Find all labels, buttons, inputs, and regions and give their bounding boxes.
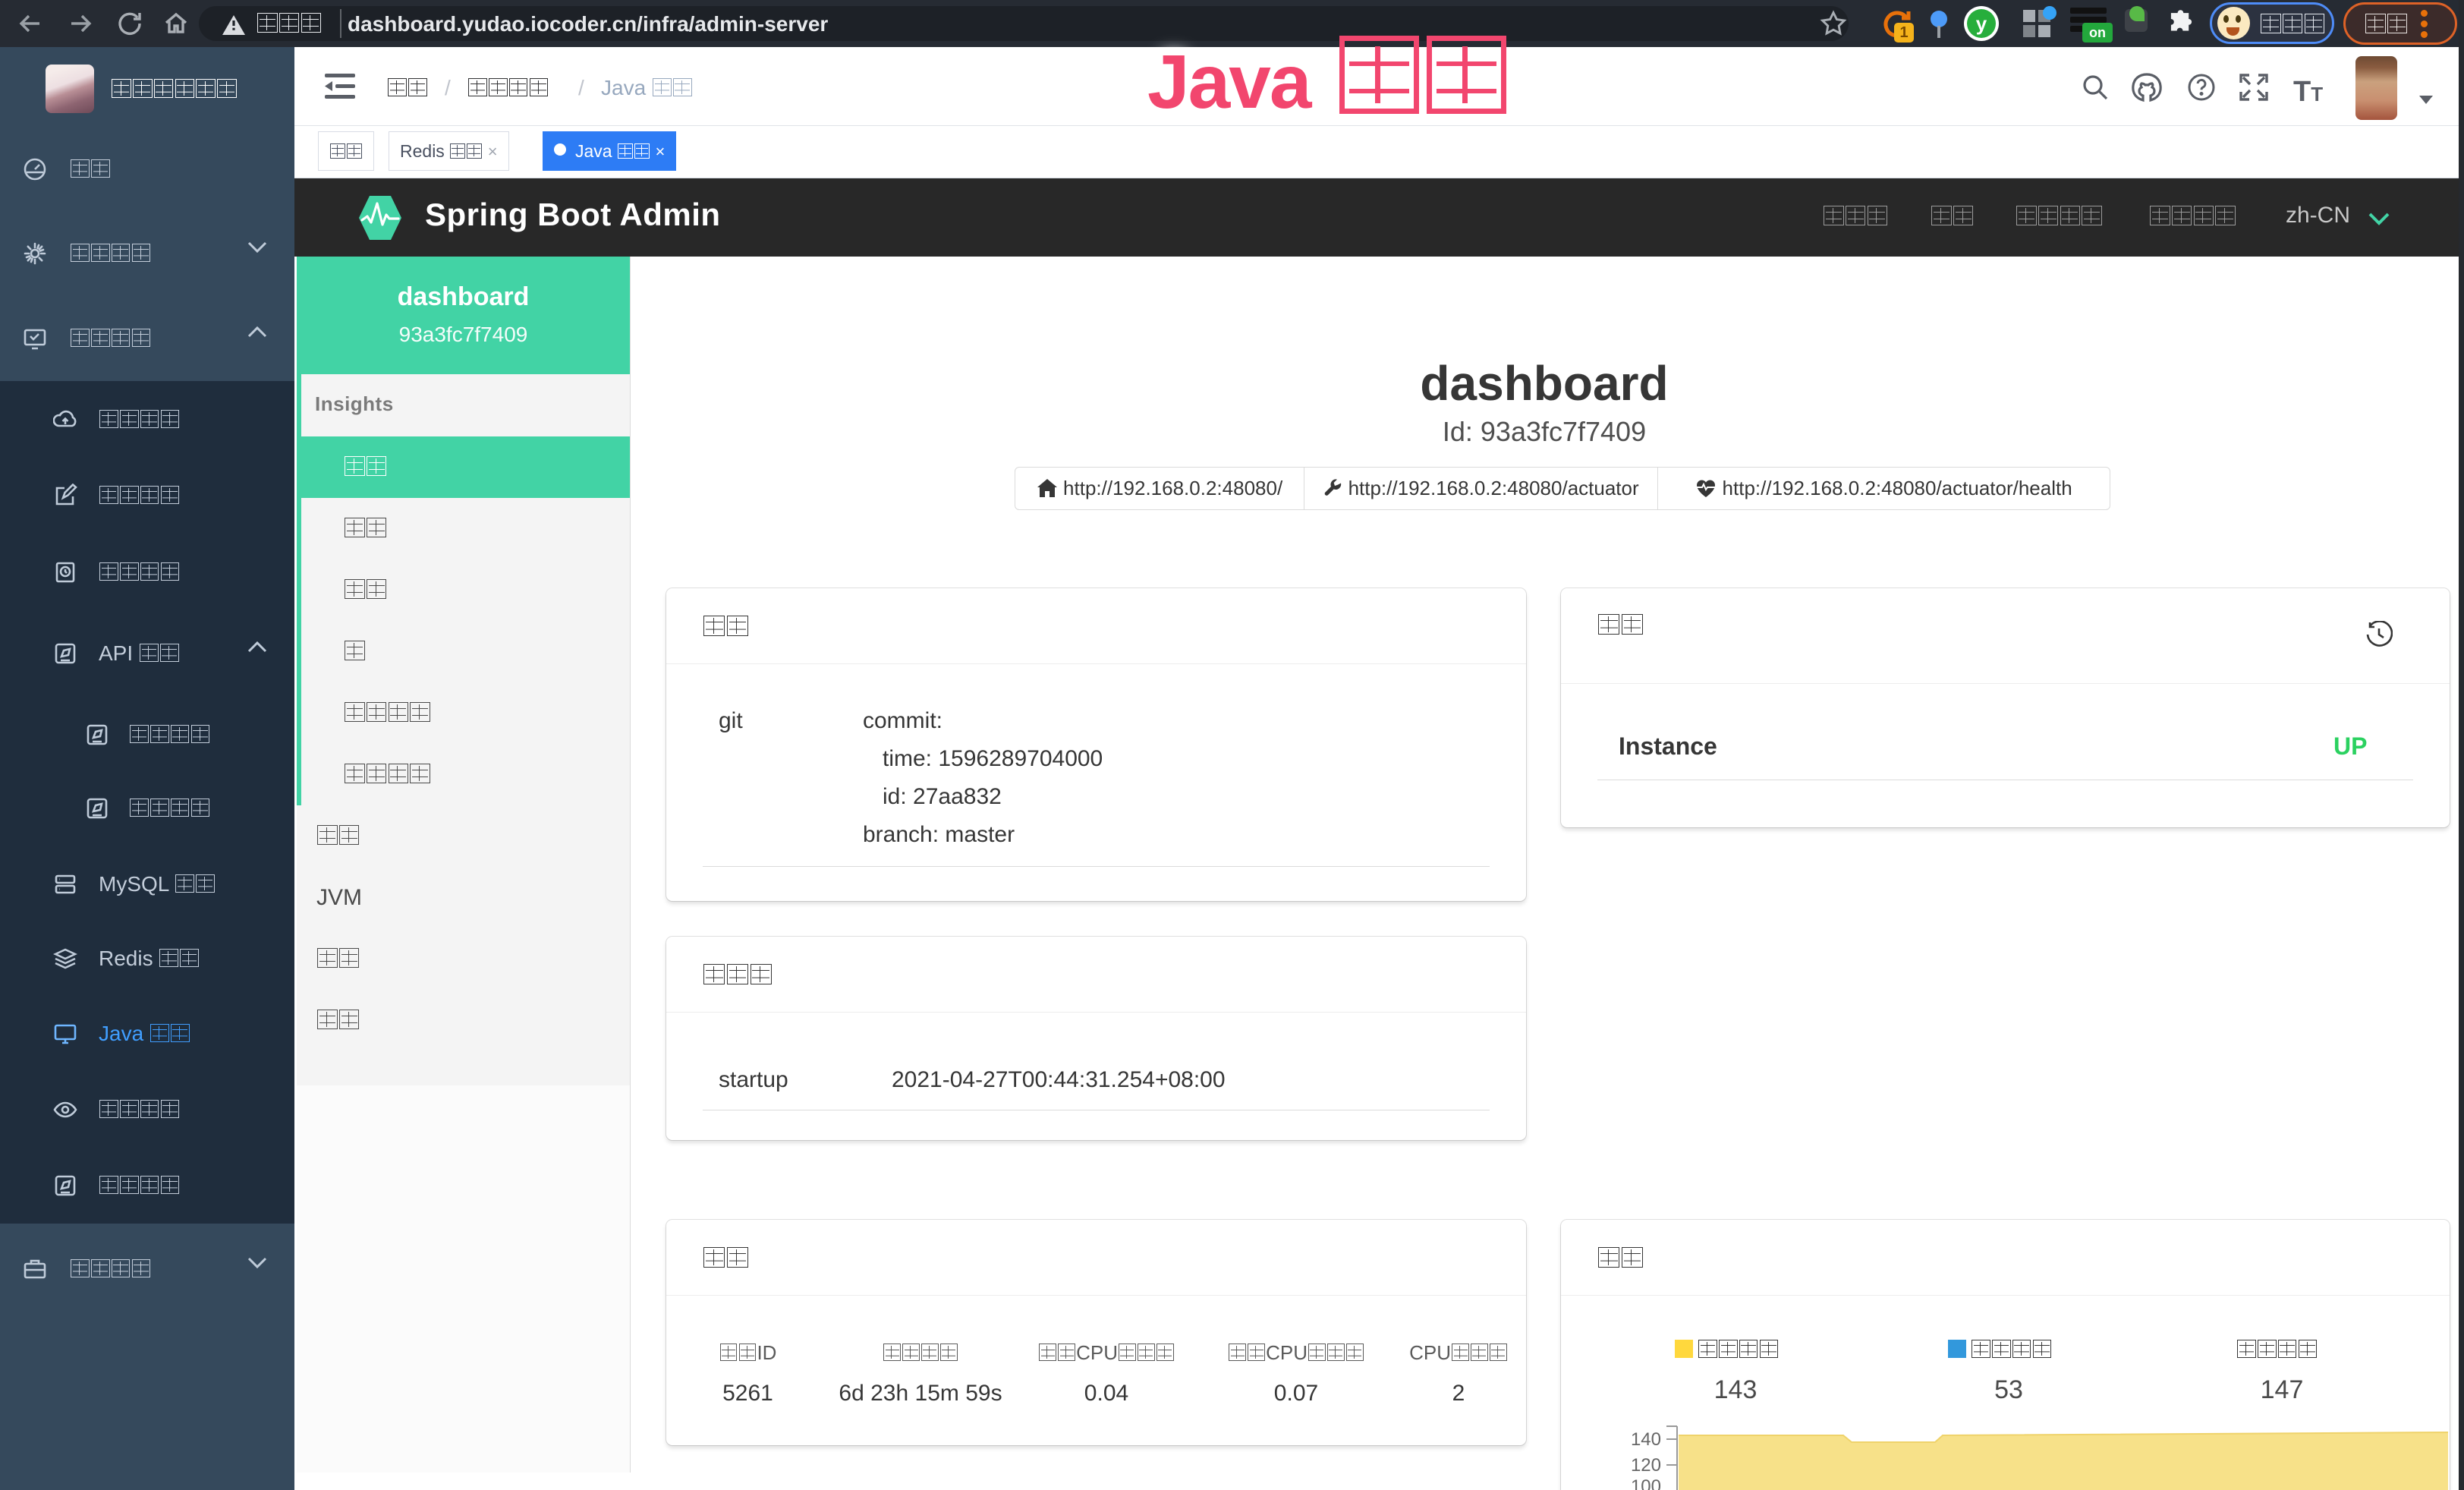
svg-text:120: 120 <box>1631 1455 1661 1476</box>
svg-text:100: 100 <box>1631 1476 1661 1490</box>
svg-text:140: 140 <box>1631 1429 1661 1450</box>
